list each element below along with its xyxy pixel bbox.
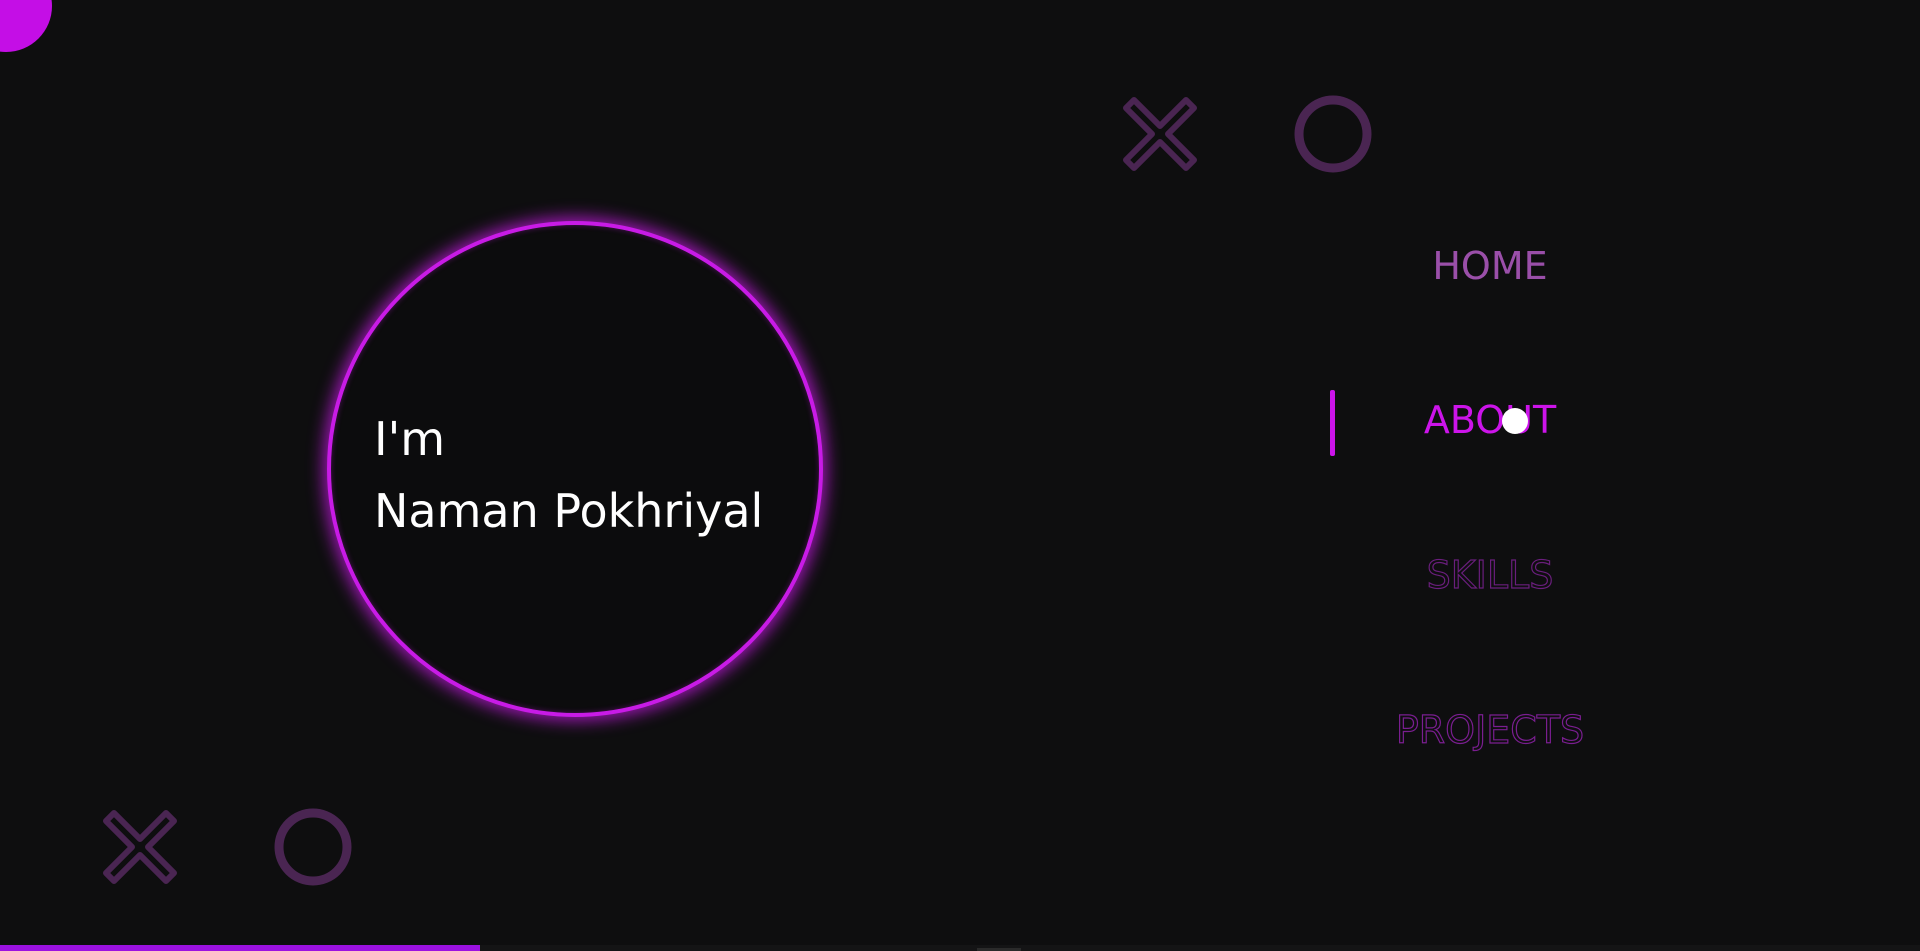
x-icon (100, 807, 180, 887)
scroll-progress-fill (0, 945, 480, 951)
nav-item-skills[interactable]: SKILLS (1290, 552, 1690, 597)
scroll-progress-bar (0, 945, 1920, 951)
hero-intro: I'm Naman Pokhriyal (374, 403, 763, 547)
circle-icon (273, 807, 353, 887)
hero-name: Naman Pokhriyal (374, 484, 764, 538)
page: I'm Naman Pokhriyal HOME ABOUT SKILLS PR… (0, 0, 1920, 951)
cursor-dot (1502, 408, 1528, 434)
hero-greeting: I'm (374, 412, 446, 466)
corner-blob (0, 0, 52, 52)
x-icon (1120, 94, 1200, 174)
nav-item-home[interactable]: HOME (1290, 244, 1690, 288)
nav-item-projects[interactable]: PROJECTS (1290, 707, 1690, 752)
main-nav: HOME ABOUT SKILLS PROJECTS (1290, 0, 1690, 951)
nav-item-about[interactable]: ABOUT (1290, 398, 1690, 442)
